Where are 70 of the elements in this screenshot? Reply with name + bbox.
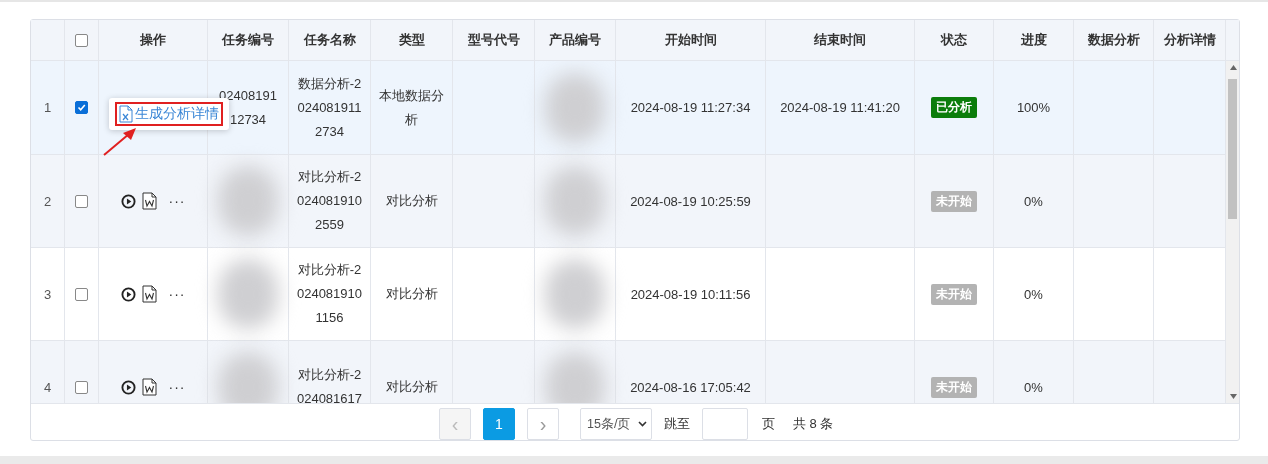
jump-label: 跳至: [664, 415, 690, 433]
more-button[interactable]: ···: [168, 379, 186, 395]
column-header: 任务编号: [222, 31, 274, 49]
word-document-icon[interactable]: [141, 378, 157, 396]
redaction-blur: [218, 259, 278, 329]
excel-document-icon: [119, 105, 133, 123]
row-number: 2: [43, 193, 52, 209]
word-document-icon[interactable]: [141, 192, 157, 210]
start-time: 2024-08-19 10:11:56: [630, 286, 751, 302]
column-header: 型号代号: [467, 31, 520, 49]
caret-icon: [638, 421, 647, 427]
column-header: 任务名称: [303, 31, 356, 49]
task-name: 对比分析-2024081617: [296, 366, 363, 403]
column-header: 结束时间: [814, 31, 866, 49]
redaction-blur: [545, 166, 605, 236]
column-header: 进度: [1020, 31, 1047, 49]
row-number: 3: [43, 286, 52, 302]
play-icon[interactable]: [120, 193, 136, 209]
play-icon[interactable]: [120, 379, 136, 395]
column-header: 操作: [140, 31, 166, 49]
column-header: 数据分析: [1087, 31, 1140, 49]
row-number: 1: [43, 100, 52, 115]
page-size-select[interactable]: 15条/页: [580, 408, 652, 440]
select-all-checkbox[interactable]: [75, 33, 88, 47]
task-type: 本地数据分析: [378, 86, 445, 129]
redaction-blur: [218, 352, 278, 403]
column-header: 产品编号: [549, 31, 601, 49]
task-type: 对比分析: [384, 192, 439, 210]
end-time: 2024-08-19 11:41:20: [780, 100, 900, 115]
progress-value: 0%: [1024, 286, 1043, 302]
page-unit-label: 页: [762, 415, 775, 433]
redaction-blur: [545, 352, 605, 403]
task-name: 对比分析-20240819102559: [296, 168, 363, 234]
page-input[interactable]: [702, 408, 748, 440]
start-time: 2024-08-16 17:05:42: [630, 379, 751, 395]
task-type: 对比分析: [384, 378, 439, 396]
row-checkbox[interactable]: [75, 101, 88, 114]
progress-value: 0%: [1024, 379, 1043, 395]
status-badge: 未开始: [931, 283, 977, 305]
column-header: 开始时间: [664, 31, 717, 49]
play-icon[interactable]: [120, 286, 136, 302]
status-badge: 未开始: [931, 190, 977, 212]
redaction-blur: [545, 259, 605, 329]
task-name: 数据分析-20240819112734: [296, 74, 363, 141]
more-button[interactable]: ···: [168, 193, 186, 209]
scroll-up-icon[interactable]: [1230, 65, 1237, 70]
column-header: 状态: [941, 31, 967, 49]
row-checkbox[interactable]: [75, 287, 88, 301]
annotation-arrow: [103, 126, 137, 156]
word-document-icon[interactable]: [141, 285, 157, 303]
redaction-blur: [218, 166, 278, 236]
status-badge: 未开始: [931, 376, 977, 398]
progress-value: 100%: [1016, 100, 1051, 115]
start-time: 2024-08-19 10:25:59: [630, 193, 751, 209]
scrollbar[interactable]: [1226, 61, 1239, 403]
status-badge: 已分析: [931, 97, 977, 118]
row-checkbox[interactable]: [75, 380, 88, 394]
more-button[interactable]: ···: [168, 286, 186, 302]
task-name: 对比分析-20240819101156: [296, 261, 363, 327]
task-type: 对比分析: [384, 285, 439, 303]
menu-item[interactable]: 生成分析详情: [115, 102, 223, 126]
start-time: 2024-08-19 11:27:34: [630, 100, 751, 115]
column-header: 分析详情: [1163, 31, 1216, 49]
total-count: 共 8 条: [793, 415, 834, 433]
progress-value: 0%: [1024, 193, 1043, 209]
redaction-blur: [545, 72, 605, 143]
scroll-down-icon[interactable]: [1230, 394, 1237, 399]
row-checkbox[interactable]: [75, 194, 88, 208]
column-header: 类型: [398, 31, 425, 49]
row-number: 4: [43, 379, 52, 395]
